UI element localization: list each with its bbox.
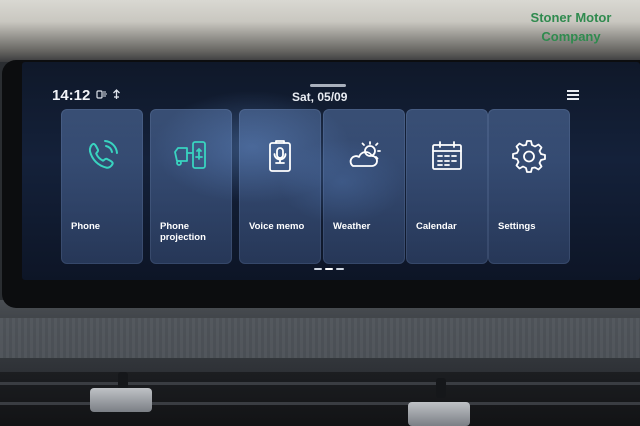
status-time: 14:12 — [52, 87, 91, 104]
status-date: Sat, 05/09 — [292, 90, 348, 104]
tile-phone-projection[interactable]: Phone projection — [150, 109, 232, 264]
vent-slat — [0, 382, 640, 385]
tile-label: Weather — [333, 221, 371, 232]
app-tiles: Phone Phone projection Voice memo Weathe… — [61, 109, 577, 264]
dashboard-trim — [0, 318, 640, 358]
dealer-watermark: Stoner Motor Company — [516, 8, 626, 46]
watermark-line-1: Stoner Motor — [530, 10, 612, 25]
status-icons — [96, 89, 121, 103]
vent-knob-left[interactable] — [90, 388, 152, 412]
page-indicator[interactable] — [314, 268, 344, 270]
tile-settings[interactable]: Settings — [488, 109, 570, 264]
connectivity-icon — [112, 89, 121, 103]
microphone-icon — [261, 137, 299, 175]
vent-stem — [436, 378, 446, 398]
page-dot-active — [325, 268, 333, 270]
infotainment-screen: 14:12 Sat, 05/09 Phone Phone projection … — [22, 62, 640, 280]
vent-knob-right[interactable] — [408, 402, 470, 426]
phone-icon — [83, 137, 121, 175]
page-dot — [336, 268, 344, 270]
tile-label: Calendar — [416, 221, 457, 232]
tile-voice-memo[interactable]: Voice memo — [239, 109, 321, 264]
gear-icon — [510, 137, 548, 175]
page-dot — [314, 268, 322, 270]
tile-label: Phone projection — [160, 221, 206, 243]
notification-handle[interactable] — [310, 84, 346, 87]
tile-calendar[interactable]: Calendar — [406, 109, 488, 264]
tile-label: Phone — [71, 221, 101, 232]
tile-label: Settings — [498, 221, 536, 232]
air-vent — [0, 372, 640, 426]
tile-weather[interactable]: Weather — [323, 109, 405, 264]
tile-label: Voice memo — [249, 221, 305, 232]
calendar-icon — [428, 137, 466, 175]
tile-phone[interactable]: Phone — [61, 109, 143, 264]
phone-projection-icon — [172, 137, 210, 175]
watermark-line-2: Company — [541, 29, 601, 44]
weather-icon — [345, 137, 383, 175]
sync-icon — [96, 89, 108, 103]
hamburger-menu-icon[interactable] — [567, 90, 579, 100]
